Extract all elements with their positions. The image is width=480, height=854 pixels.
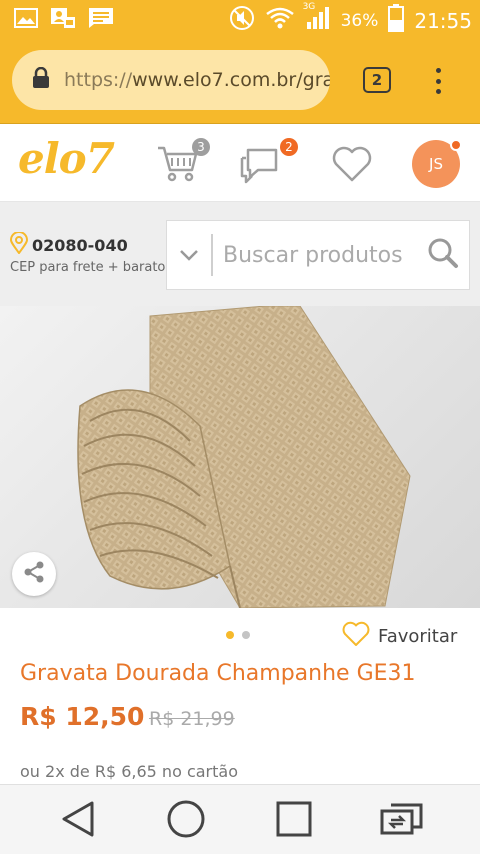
back-button[interactable] [56,799,100,843]
product-image[interactable] [0,306,480,608]
search-button[interactable] [417,237,469,273]
url-text: https://www.elo7.com.br/gra [64,69,330,91]
clock: 21:55 [414,8,472,33]
location-search-bar: 02080-040 CEP para frete + barato Buscar… [0,202,480,306]
heart-icon [330,146,374,188]
battery-level: 36% [340,10,379,31]
tie-illustration [77,306,411,608]
recents-square-icon [276,801,312,841]
system-nav-bar [0,784,480,854]
wifi-icon [265,6,295,35]
url-scheme: https:// [64,69,133,91]
search-category-dropdown[interactable] [167,234,213,276]
status-bar: 3G 36% 21:55 [0,0,480,38]
switch-window-icon [379,801,425,841]
lock-icon [32,66,50,93]
browser-menu-button[interactable] [428,64,448,98]
chevron-down-icon [179,246,199,265]
network-type: 3G [302,2,316,12]
cart-icon [156,146,200,188]
favorite-label: Favoritar [378,625,458,647]
site-header: elo7 3 2 JS [0,124,480,202]
menu-dot [435,89,441,94]
share-icon [22,560,46,588]
mute-icon [229,5,255,36]
cep-subtitle: CEP para frete + barato [10,260,166,275]
screen: 3G 36% 21:55 https://www.elo7.com.br/gra… [0,0,480,854]
notification-dot [450,139,462,151]
location-pin-icon [9,231,29,258]
home-button[interactable] [164,799,208,843]
site-logo[interactable]: elo7 [18,134,115,183]
search-box: Buscar produtos [166,220,470,290]
cep-selector[interactable]: 02080-040 [9,231,128,258]
contact-notification-icon [50,7,76,33]
product-old-price: R$ 21,99 [149,708,235,730]
tab-switcher-button[interactable]: 2 [363,67,391,93]
carousel-dot-active[interactable] [226,631,234,639]
home-circle-icon [166,799,206,843]
installments-info: ou 2x de R$ 6,65 no cartão [20,762,238,781]
url-host: www.elo7.com.br/gra [132,69,330,91]
cart-count-badge: 3 [192,138,210,156]
switch-sim-button[interactable] [380,799,424,843]
browser-toolbar: https://www.elo7.com.br/gra 2 [0,38,480,124]
heart-outline-icon [342,621,370,651]
share-button[interactable] [12,552,56,596]
address-bar[interactable]: https://www.elo7.com.br/gra [12,50,330,110]
recents-button[interactable] [272,799,316,843]
menu-dot [435,78,441,84]
favorite-button[interactable]: Favoritar [342,621,457,651]
product-title: Gravata Dourada Champanhe GE31 [20,661,416,686]
favorites-button[interactable] [330,144,374,188]
battery-icon [388,4,405,37]
messages-button[interactable] [238,144,286,190]
menu-dot [435,68,441,73]
search-icon [427,237,459,273]
image-notification-icon [14,8,38,32]
back-triangle-icon [60,800,96,842]
chat-icon [238,148,286,190]
carousel-dot[interactable] [242,631,250,639]
message-notification-icon [88,7,114,33]
cep-code: 02080-040 [32,235,128,255]
signal-icon: 3G [303,2,331,35]
messages-count-badge: 2 [280,138,298,156]
search-input[interactable]: Buscar produtos [213,243,417,268]
image-carousel-indicator [226,631,250,639]
product-price: R$ 12,50 [20,702,145,731]
